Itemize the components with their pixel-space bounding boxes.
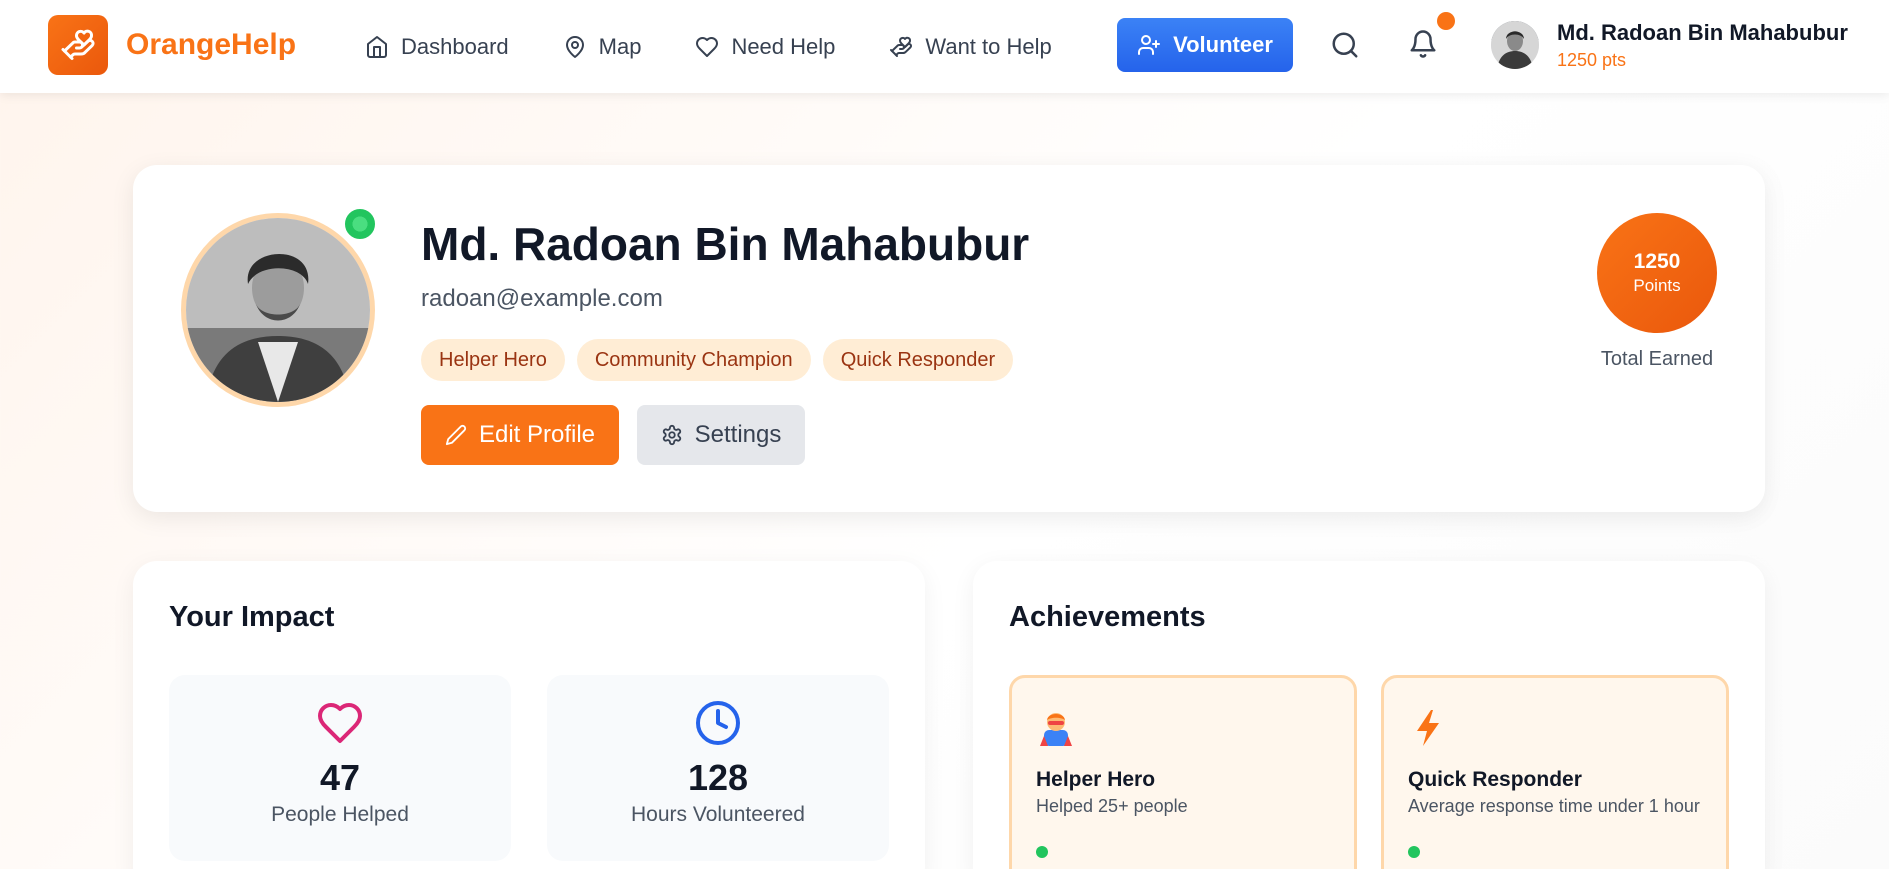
achievement-helper-hero[interactable]: Helper Hero Helped 25+ people: [1009, 675, 1357, 869]
search-button[interactable]: [1330, 30, 1360, 65]
impact-title: Your Impact: [169, 601, 335, 633]
profile-email: radoan@example.com: [421, 285, 663, 312]
nav-links: Dashboard Map Need Help Want to Help: [365, 0, 1106, 93]
achievement-status-dot: [1408, 846, 1420, 858]
helping-hand-icon: [890, 36, 913, 57]
brand-logo[interactable]: OrangeHelp: [48, 15, 296, 75]
nav-user-name: Md. Radoan Bin Mahabubur: [1557, 20, 1848, 45]
achievement-quick-responder[interactable]: Quick Responder Average response time un…: [1381, 675, 1729, 869]
helping-hand-logo-icon: [48, 15, 108, 75]
profile-name: Md. Radoan Bin Mahabubur: [421, 218, 1030, 270]
clock-icon: [696, 701, 740, 745]
online-status-indicator: [341, 205, 379, 243]
gear-icon: [662, 424, 681, 446]
nav-item-label: Need Help: [731, 33, 836, 59]
volunteer-label: Volunteer: [1173, 32, 1273, 57]
impact-card: Your Impact 47 People Helped 128 Hours V…: [133, 561, 925, 869]
achievements-card: Achievements Helper Hero Helped 25+ peop…: [973, 561, 1765, 869]
edit-profile-button[interactable]: Edit Profile: [421, 405, 619, 465]
superhero-icon: [1036, 708, 1076, 756]
points-value: 1250: [1633, 250, 1681, 273]
user-plus-icon: [1138, 35, 1161, 55]
lightning-icon: [1408, 708, 1448, 756]
profile-card: Md. Radoan Bin Mahabubur radoan@example.…: [133, 165, 1765, 512]
bell-icon: [1410, 30, 1436, 58]
achievement-desc: Helped 25+ people: [1036, 796, 1188, 816]
avatar[interactable]: [1491, 21, 1539, 69]
stat-value: 128: [687, 757, 749, 798]
pencil-icon: [445, 424, 467, 446]
settings-label: Settings: [694, 421, 782, 448]
nav-item-label: Dashboard: [401, 33, 509, 59]
profile-actions: Edit Profile Settings: [421, 405, 805, 465]
nav-item-dashboard[interactable]: Dashboard: [365, 34, 509, 60]
nav-item-need-help[interactable]: Need Help: [695, 34, 835, 60]
profile-badges: Helper Hero Community Champion Quick Res…: [421, 339, 1025, 381]
notifications-button[interactable]: [1408, 28, 1438, 65]
stat-hours-volunteered: 128 Hours Volunteered: [547, 675, 889, 861]
badge-quick-responder: Quick Responder: [822, 339, 1014, 381]
nav-item-map[interactable]: Map: [563, 33, 642, 60]
heart-icon: [318, 703, 362, 743]
stat-label: Hours Volunteered: [631, 803, 805, 826]
nav-user-info[interactable]: Md. Radoan Bin Mahabubur 1250 pts: [1557, 20, 1848, 71]
search-icon: [1332, 32, 1358, 58]
nav-item-label: Map: [598, 33, 642, 59]
nav-user-points: 1250 pts: [1557, 50, 1627, 70]
achievements-title: Achievements: [1009, 601, 1206, 633]
achievement-status-dot: [1036, 846, 1048, 858]
volunteer-button[interactable]: Volunteer: [1117, 18, 1293, 72]
stat-people-helped: 47 People Helped: [169, 675, 511, 861]
points-circle: 1250 Points: [1597, 213, 1717, 333]
total-earned-label: Total Earned: [1600, 348, 1714, 370]
badge-helper-hero: Helper Hero: [421, 339, 565, 381]
achievement-title: Quick Responder: [1408, 768, 1582, 791]
nav-item-label: Want to Help: [925, 33, 1052, 59]
profile-avatar: [181, 213, 375, 407]
stat-value: 47: [319, 757, 361, 798]
achievement-desc: Average response time under 1 hour: [1408, 796, 1700, 816]
home-icon: [367, 35, 387, 58]
top-navbar: OrangeHelp Dashboard Map Need Help Want …: [0, 0, 1889, 93]
edit-profile-label: Edit Profile: [478, 421, 596, 448]
map-pin-icon: [565, 35, 584, 58]
stat-label: People Helped: [271, 803, 409, 826]
settings-button[interactable]: Settings: [637, 405, 805, 465]
badge-community-champion: Community Champion: [576, 339, 811, 381]
nav-item-want-to-help[interactable]: Want to Help: [889, 33, 1052, 60]
notification-dot: [1437, 12, 1455, 30]
achievement-title: Helper Hero: [1036, 768, 1156, 791]
heart-icon: [696, 36, 719, 57]
brand-name: OrangeHelp: [126, 28, 297, 61]
points-label: Points: [1633, 276, 1681, 295]
